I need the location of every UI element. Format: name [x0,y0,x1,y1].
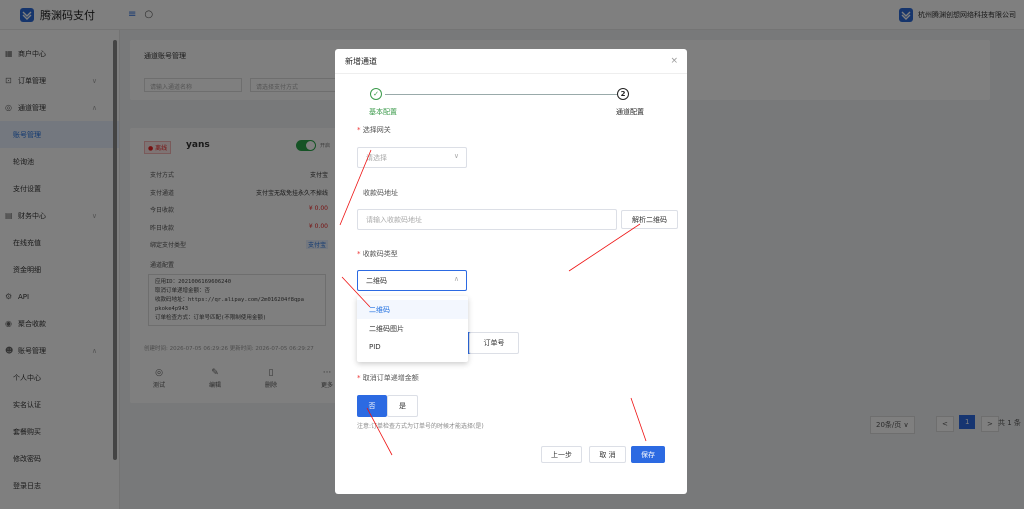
qr-type-options: 二维码 二维码图片 PID [357,296,468,357]
step-current-icon: 2 [617,88,629,100]
save-button[interactable]: 保存 [631,446,665,463]
qr-url-input[interactable]: 请输入收款码地址 [357,209,617,230]
chevron-up-icon: ∧ [453,275,459,283]
option-no-button[interactable]: 否 [357,395,387,417]
qr-type-dropdown: 二维码 二维码图片 PID [357,296,468,362]
step-done-icon: ✓ [370,88,382,100]
dropdown-option[interactable]: 二维码图片 [357,319,468,338]
qr-type-label: * 收款码类型 [357,250,398,258]
close-icon[interactable]: × [670,56,678,66]
divider [335,73,687,74]
cancel-incr-label: * 取消订单递增金额 [357,374,419,382]
gateway-label: * 选择网关 [357,126,391,134]
prev-step-button[interactable]: 上一步 [541,446,582,463]
add-channel-dialog: 新增通道 × ✓ 2 基本配置 通道配置 * 选择网关 请选择 ∨ 收款码地址 请… [335,49,687,494]
note-text: 注意:订单检查方式为订单号的时候才能选择(是) [357,423,484,430]
qr-url-label: 收款码地址 [363,189,398,197]
dialog-title: 新增通道 [345,57,377,66]
cancel-button[interactable]: 取 消 [589,446,626,463]
option-yes-button[interactable]: 是 [387,395,418,417]
gateway-select[interactable]: 请选择 ∨ [357,147,467,168]
qr-type-select[interactable]: 二维码 ∧ [357,270,467,291]
dropdown-option[interactable]: PID [357,338,468,357]
parse-qr-button[interactable]: 解析二维码 [621,210,678,229]
check-option-order-button[interactable]: 订单号 [469,332,519,354]
step-channel-label: 通道配置 [616,108,644,116]
chevron-down-icon: ∨ [453,152,459,160]
step-basic-label: 基本配置 [369,108,397,116]
dropdown-option[interactable]: 二维码 [357,300,468,319]
step-connector [385,94,617,95]
